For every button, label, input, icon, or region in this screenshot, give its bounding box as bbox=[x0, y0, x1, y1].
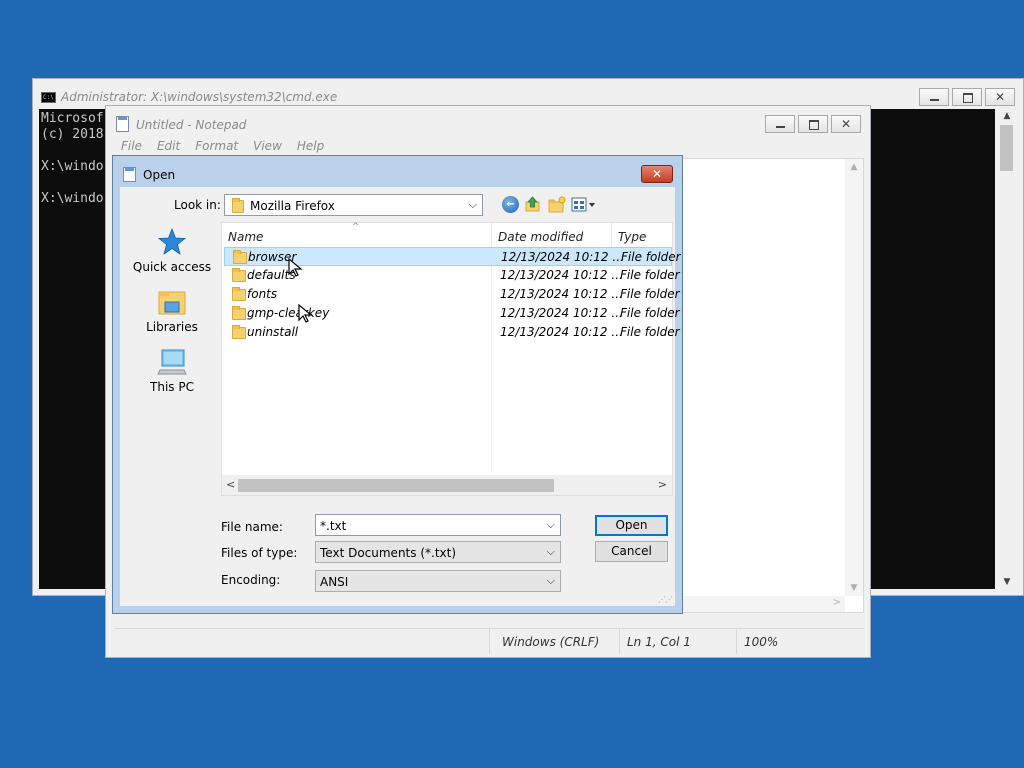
quick-access-star-icon bbox=[157, 227, 187, 256]
new-folder-icon[interactable] bbox=[548, 196, 566, 213]
look-in-label: Look in: bbox=[174, 198, 221, 212]
scroll-right-icon[interactable]: > bbox=[658, 478, 667, 491]
scroll-down-icon[interactable]: ▼ bbox=[997, 577, 1017, 587]
scroll-right-icon[interactable]: > bbox=[833, 597, 841, 608]
open-dialog[interactable]: Open ✕ Look in: Mozilla Firefox ⌵ ← Quic… bbox=[112, 155, 683, 614]
place-label: Libraries bbox=[146, 320, 198, 334]
file-row-gmp-clearkey[interactable]: gmp-clearkey 12/13/2024 10:12 ... File f… bbox=[224, 304, 680, 323]
this-pc-icon bbox=[157, 348, 187, 376]
folder-icon bbox=[232, 287, 246, 301]
notepad-close-button[interactable]: ✕ bbox=[831, 115, 861, 133]
files-of-type-label: Files of type: bbox=[221, 546, 298, 560]
dialog-app-icon bbox=[123, 167, 136, 182]
folder-icon bbox=[232, 325, 246, 339]
cmd-scroll-thumb[interactable] bbox=[1000, 125, 1013, 171]
notepad-status-bar: Windows (CRLF) Ln 1, Col 1 100% bbox=[114, 628, 864, 654]
column-header-name[interactable]: Name ^ bbox=[222, 222, 491, 249]
view-menu-icon[interactable] bbox=[571, 196, 597, 213]
mouse-cursor-icon bbox=[298, 304, 313, 323]
cmd-maximize-button[interactable] bbox=[952, 88, 982, 106]
folder-icon bbox=[232, 268, 246, 282]
chevron-down-icon: ⌵ bbox=[546, 574, 555, 587]
place-label: This PC bbox=[150, 380, 194, 394]
file-name-label: File name: bbox=[221, 520, 283, 534]
scroll-up-icon[interactable]: ▲ bbox=[997, 111, 1017, 121]
place-libraries[interactable]: Libraries bbox=[127, 288, 217, 334]
chevron-down-icon[interactable]: ⌵ bbox=[547, 518, 555, 532]
dialog-close-button[interactable]: ✕ bbox=[641, 165, 673, 183]
file-list-horizontal-scrollbar[interactable]: < > bbox=[222, 475, 672, 495]
folder-icon bbox=[232, 306, 246, 320]
cmd-minimize-button[interactable] bbox=[919, 88, 949, 106]
place-quick-access[interactable]: Quick access bbox=[127, 227, 217, 274]
place-label: Quick access bbox=[132, 260, 212, 274]
cmd-title: Administrator: X:\windows\system32\cmd.e… bbox=[61, 90, 338, 104]
status-cursor-position: Ln 1, Col 1 bbox=[627, 635, 691, 649]
encoding-dropdown[interactable]: ANSI ⌵ bbox=[315, 570, 561, 592]
up-folder-icon[interactable] bbox=[524, 196, 541, 213]
place-this-pc[interactable]: This PC bbox=[127, 348, 217, 394]
encoding-value: ANSI bbox=[320, 575, 349, 589]
notepad-title: Untitled - Notepad bbox=[136, 118, 247, 132]
notepad-vertical-scrollbar[interactable]: ▲ ▼ bbox=[845, 159, 863, 596]
dialog-body: Look in: Mozilla Firefox ⌵ ← Quick acces… bbox=[120, 187, 681, 606]
file-list-scroll-thumb[interactable] bbox=[238, 479, 554, 492]
cmd-vertical-scrollbar[interactable]: ▲ ▼ bbox=[997, 109, 1017, 589]
places-bar: Quick access Libraries This PC bbox=[127, 222, 217, 422]
files-of-type-dropdown[interactable]: Text Documents (*.txt) ⌵ bbox=[315, 541, 561, 563]
cancel-button[interactable]: Cancel bbox=[595, 541, 668, 562]
encoding-label: Encoding: bbox=[221, 573, 281, 587]
folder-icon bbox=[232, 198, 244, 213]
notepad-minimize-button[interactable] bbox=[765, 115, 795, 133]
chevron-down-icon: ⌵ bbox=[546, 545, 555, 558]
scroll-up-icon[interactable]: ▲ bbox=[845, 162, 863, 172]
column-header-date[interactable]: Date modified bbox=[492, 223, 612, 249]
chevron-down-icon: ⌵ bbox=[468, 198, 477, 211]
notepad-titlebar[interactable]: Untitled - Notepad ✕ bbox=[106, 106, 870, 138]
look-in-value: Mozilla Firefox bbox=[250, 199, 335, 213]
sort-ascending-icon: ^ bbox=[352, 222, 360, 232]
column-header-type[interactable]: Type bbox=[612, 223, 672, 249]
folder-icon bbox=[233, 250, 247, 264]
notepad-app-icon bbox=[116, 116, 129, 132]
open-button[interactable]: Open bbox=[595, 515, 668, 536]
file-name-input[interactable]: *.txt ⌵ bbox=[315, 514, 561, 536]
scroll-left-icon[interactable]: < bbox=[226, 478, 235, 491]
libraries-icon bbox=[157, 288, 187, 316]
back-arrow-icon[interactable]: ← bbox=[502, 196, 519, 213]
file-name-value: *.txt bbox=[320, 519, 347, 533]
mouse-cursor-icon bbox=[288, 258, 303, 277]
dialog-titlebar[interactable]: Open ✕ bbox=[113, 156, 682, 186]
files-of-type-value: Text Documents (*.txt) bbox=[320, 546, 457, 560]
look-in-dropdown[interactable]: Mozilla Firefox ⌵ bbox=[224, 194, 483, 216]
scroll-down-icon[interactable]: ▼ bbox=[845, 583, 863, 593]
file-row-uninstall[interactable]: uninstall 12/13/2024 10:12 ... File fold… bbox=[224, 323, 680, 342]
file-row-fonts[interactable]: fonts 12/13/2024 10:12 ... File folder bbox=[224, 285, 680, 304]
status-line-ending: Windows (CRLF) bbox=[502, 635, 600, 649]
resize-grip-icon[interactable]: ⋰⋰ bbox=[658, 595, 673, 604]
cmd-close-button[interactable]: ✕ bbox=[985, 88, 1015, 106]
dialog-title: Open bbox=[143, 168, 176, 182]
status-zoom: 100% bbox=[744, 635, 779, 649]
notepad-maximize-button[interactable] bbox=[798, 115, 828, 133]
cmd-app-icon: C:\ bbox=[41, 92, 56, 103]
